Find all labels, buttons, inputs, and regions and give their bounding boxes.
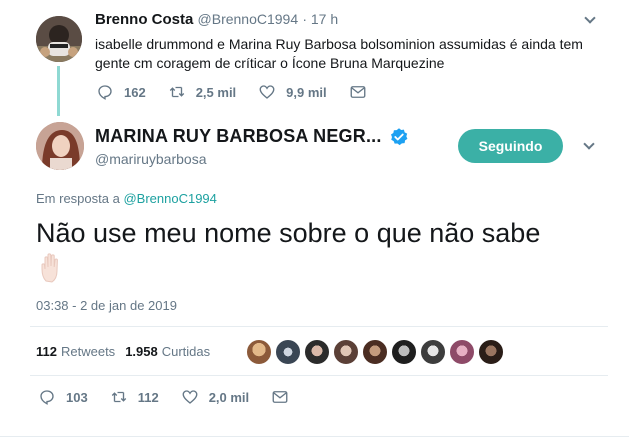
liker-avatar[interactable] (333, 339, 359, 365)
main-tweet-text: Não use meu nome sobre o que não sabe (36, 218, 541, 248)
reply-icon (98, 85, 112, 100)
main-author-name[interactable]: MARINA RUY BARBOSA NEGR... (95, 126, 382, 147)
reply-prefix: Em resposta a (36, 191, 120, 206)
retweets-stat-label: Retweets (60, 344, 116, 359)
parent-author[interactable]: Brenno Costa @BrennoC1994 · 17 h (95, 11, 338, 28)
liker-avatar[interactable] (449, 339, 475, 365)
reply-target-link[interactable]: @BrennoC1994 (123, 191, 216, 206)
reply-icon (40, 390, 54, 405)
liker-avatars (246, 339, 507, 365)
heart-icon (259, 85, 275, 99)
main-dm-button[interactable] (271, 388, 299, 406)
parent-like-button[interactable]: 9,9 mil (258, 83, 327, 101)
divider-top (30, 326, 608, 327)
liker-avatar[interactable] (362, 339, 388, 365)
retweet-icon (111, 391, 126, 403)
retweets-stat-count: 112 (36, 344, 57, 359)
main-like-button[interactable]: 2,0 mil (181, 388, 249, 406)
parent-menu-chevron-down-icon[interactable] (583, 12, 597, 28)
thread-connector (57, 66, 60, 116)
main-reply-count: 103 (66, 389, 88, 405)
retweets-stat[interactable]: 112 Retweets (36, 344, 115, 359)
main-retweet-button[interactable]: 112 (110, 388, 159, 406)
likes-stat-count: 1.958 (125, 344, 158, 359)
parent-author-name[interactable]: Brenno Costa (95, 11, 193, 28)
reply-context: Em resposta a @BrennoC1994 (36, 191, 217, 206)
liker-avatar[interactable] (391, 339, 417, 365)
mail-icon (272, 391, 288, 403)
parent-author-handle[interactable]: @BrennoC1994 (198, 11, 299, 27)
main-avatar[interactable] (36, 122, 84, 170)
parent-like-count: 9,9 mil (286, 84, 327, 100)
liker-avatar[interactable] (478, 339, 504, 365)
liker-avatar[interactable] (304, 339, 330, 365)
liker-avatar[interactable] (275, 339, 301, 365)
main-author-handle[interactable]: @mariruybarbosa (95, 151, 206, 167)
main-reply-button[interactable]: 103 (38, 388, 88, 406)
parent-reply-button[interactable]: 162 (96, 83, 146, 101)
parent-actions: 162 2,5 mil 9,9 mil (96, 83, 399, 101)
retweet-icon (169, 86, 184, 98)
parent-avatar[interactable] (36, 16, 82, 62)
main-actions: 103 112 2,0 mil (38, 388, 321, 406)
liker-avatar[interactable] (246, 339, 272, 365)
engagement-stats: 112 Retweets 1.958 Curtidas (36, 344, 220, 359)
heart-icon (182, 390, 198, 404)
liker-avatar[interactable] (420, 339, 446, 365)
main-retweet-count: 112 (137, 389, 159, 405)
raised-hand-icon (38, 251, 70, 285)
parent-reply-count: 162 (124, 84, 146, 100)
parent-tweet-text: isabelle drummond e Marina Ruy Barbosa b… (95, 36, 583, 71)
parent-dm-button[interactable] (349, 83, 377, 101)
likes-stat-label: Curtidas (161, 344, 211, 359)
likes-stat[interactable]: 1.958 Curtidas (125, 344, 210, 359)
parent-retweet-count: 2,5 mil (195, 84, 237, 100)
mail-icon (350, 86, 366, 98)
following-button[interactable]: Seguindo (458, 129, 563, 163)
verified-icon (389, 127, 409, 147)
divider-bottom (30, 375, 608, 376)
divider-footer (0, 436, 629, 437)
main-like-count: 2,0 mil (208, 389, 250, 405)
parent-retweet-button[interactable]: 2,5 mil (168, 83, 236, 101)
main-menu-chevron-down-icon[interactable] (582, 138, 596, 154)
parent-tweet-time[interactable]: · 17 h (302, 11, 338, 27)
tweet-timestamp[interactable]: 03:38 - 2 de jan de 2019 (36, 298, 177, 313)
